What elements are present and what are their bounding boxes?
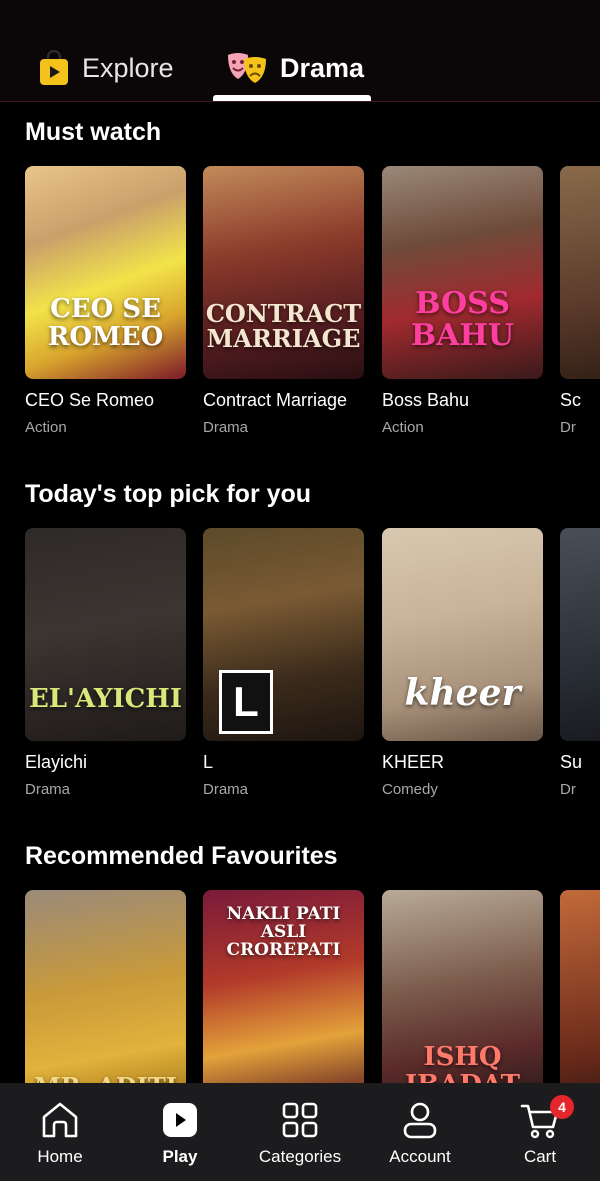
poster-image: L	[203, 528, 364, 741]
top-tab-bar: Explore Drama	[0, 0, 600, 102]
nav-label: Account	[389, 1147, 451, 1166]
poster-image: MR. ADITI	[25, 890, 186, 1083]
poster-image: BOSS BAHU	[382, 166, 543, 379]
poster-image	[560, 166, 600, 379]
section-title: Today's top pick for you	[25, 480, 312, 508]
nav-label: Cart	[523, 1147, 557, 1166]
nav-label: Home	[37, 1147, 83, 1166]
card-genre: Drama	[25, 781, 71, 798]
poster-image: NAKLI PATI ASLI CROREPATI	[203, 890, 364, 1083]
user-icon	[403, 1102, 437, 1139]
play-icon	[163, 1103, 197, 1137]
card-genre: Dr	[560, 419, 576, 436]
card-genre: Comedy	[382, 781, 438, 798]
card-genre: Drama	[203, 419, 249, 436]
bottom-navigation: Home Play Categories Account Cart 4	[0, 1083, 600, 1181]
nav-label: Play	[162, 1147, 198, 1166]
content-rail[interactable]: MR. ADITI NAKLI PATI ASLI CROREPATI ISHQ…	[25, 890, 600, 1083]
poster-image	[560, 528, 600, 741]
nav-account[interactable]: Account	[360, 1083, 480, 1181]
tab-drama[interactable]: Drama	[226, 44, 364, 92]
tab-explore[interactable]: Explore	[38, 44, 174, 92]
card-genre: Dr	[560, 781, 576, 798]
active-tab-indicator	[213, 95, 371, 101]
card-title: Sc	[560, 390, 582, 410]
content-rail[interactable]: CEO SE ROMEO CEO Se Romeo Action CONTRAC…	[25, 166, 600, 456]
card-genre: Action	[25, 419, 67, 436]
card-title: Su	[560, 752, 583, 772]
section-top-pick: Today's top pick for you EL'AYICHI Elayi…	[0, 480, 600, 820]
section-title: Recommended Favourites	[25, 842, 338, 870]
poster-image: CONTRACT MARRIAGE	[203, 166, 364, 379]
poster-logo: L	[219, 670, 273, 734]
section-must-watch: Must watch CEO SE ROMEO CEO Se Romeo Act…	[0, 118, 600, 458]
tab-drama-label: Drama	[280, 52, 365, 83]
card-title: Contract Marriage	[203, 390, 348, 410]
card-genre: Drama	[203, 781, 249, 798]
card-title: Elayichi	[25, 752, 88, 772]
shopping-bag-icon	[40, 50, 68, 85]
app-root: Explore Drama Must watch CEO SE ROMEO CE…	[0, 0, 600, 1181]
grid-icon	[282, 1102, 318, 1138]
section-title: Must watch	[25, 118, 162, 146]
theater-masks-icon	[228, 53, 266, 83]
content-rail[interactable]: EL'AYICHI Elayichi Drama L L Drama kheer…	[25, 528, 600, 818]
nav-home[interactable]: Home	[0, 1083, 120, 1181]
nav-cart[interactable]: Cart 4	[480, 1083, 600, 1181]
poster-image: ISHQ IBADAT	[382, 890, 543, 1083]
poster-image: CEO SE ROMEO	[25, 166, 186, 379]
poster-image	[560, 890, 600, 1083]
card-title: Boss Bahu	[382, 390, 470, 410]
nav-play[interactable]: Play	[120, 1083, 240, 1181]
card-title: KHEER	[382, 752, 445, 772]
card-title: L	[203, 752, 214, 772]
poster-image: kheer	[382, 528, 543, 741]
card-title: CEO Se Romeo	[25, 390, 155, 410]
tab-explore-label: Explore	[82, 52, 174, 83]
poster-image: EL'AYICHI	[25, 528, 186, 741]
card-genre: Action	[382, 419, 424, 436]
cart-count-badge: 4	[550, 1095, 574, 1119]
nav-label: Categories	[258, 1147, 342, 1166]
home-icon	[42, 1102, 78, 1138]
nav-categories[interactable]: Categories	[240, 1083, 360, 1181]
section-recommended: Recommended Favourites MR. ADITI NAKLI P…	[0, 842, 600, 1083]
